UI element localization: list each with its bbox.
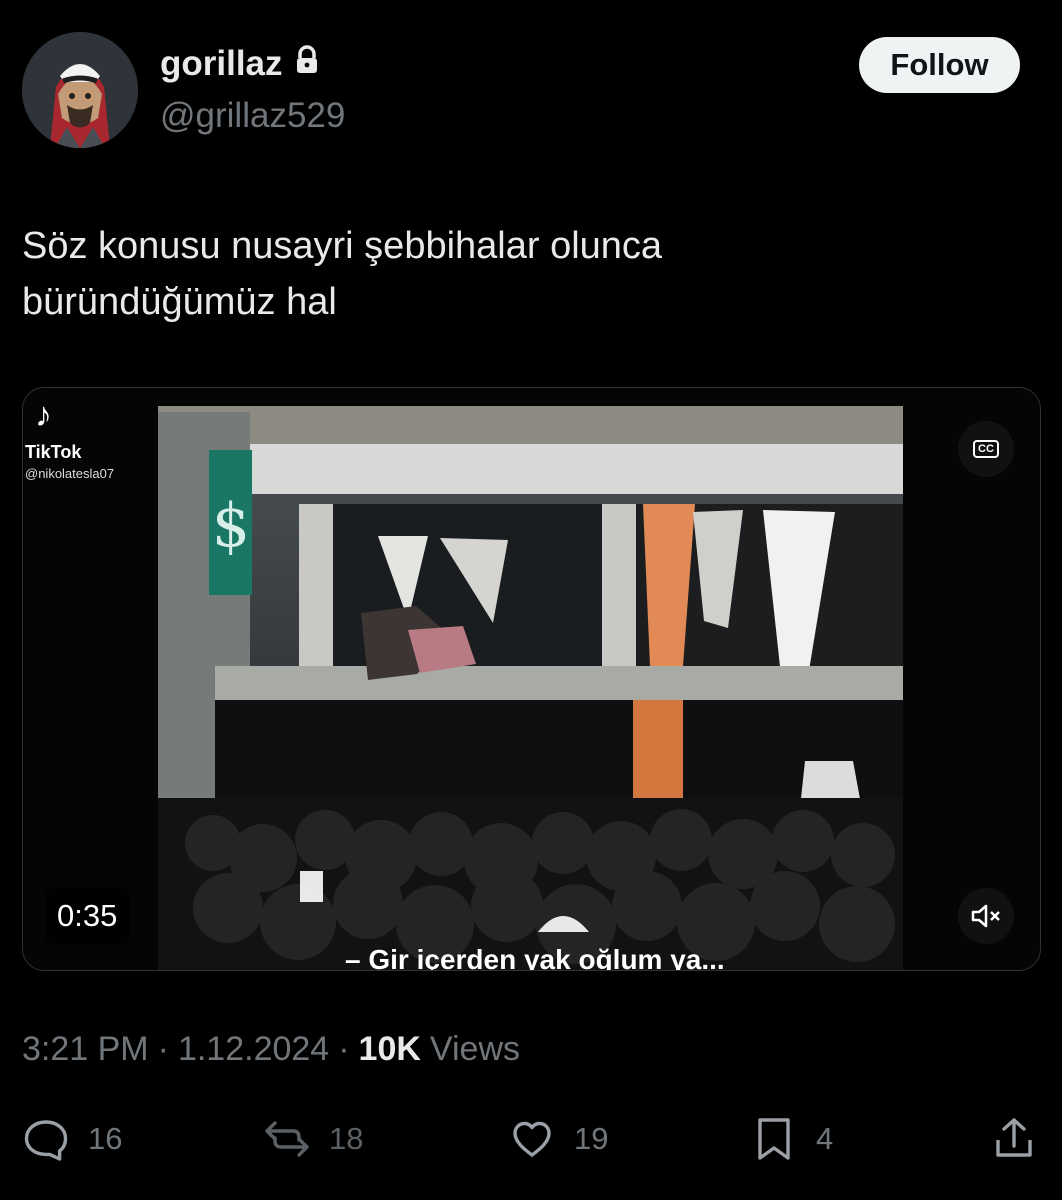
tweet-text-line-2: büründüğümüz hal bbox=[22, 281, 337, 323]
reply-icon bbox=[24, 1120, 68, 1161]
views-count: 10K bbox=[358, 1030, 421, 1068]
display-name[interactable]: gorillaz bbox=[160, 44, 321, 84]
captions-button[interactable]: CC bbox=[958, 421, 1014, 477]
follow-button[interactable]: Follow bbox=[859, 37, 1020, 93]
repost-icon bbox=[265, 1121, 309, 1157]
avatar-image bbox=[22, 32, 138, 148]
repost-button[interactable]: 18 bbox=[263, 1114, 363, 1164]
views-label: Views bbox=[429, 1030, 521, 1068]
video-subtitle: – Gir içerden yak oğlum ya... bbox=[345, 944, 725, 971]
reply-count: 16 bbox=[88, 1121, 123, 1156]
share-icon bbox=[996, 1118, 1032, 1157]
user-handle[interactable]: @grillaz529 bbox=[160, 96, 345, 136]
tweet-text-line-1: Söz konusu nusayri şebbihalar olunca bbox=[22, 225, 663, 267]
tiktok-logo-icon: ♪ bbox=[35, 396, 52, 434]
reply-button[interactable]: 16 bbox=[22, 1114, 122, 1164]
mute-button[interactable] bbox=[958, 888, 1014, 944]
tiktok-source-user: @nikolatesla07 bbox=[25, 466, 115, 481]
meta-separator: · bbox=[157, 1030, 169, 1068]
lock-icon bbox=[293, 44, 321, 84]
bookmark-count: 4 bbox=[816, 1121, 834, 1156]
display-name-text: gorillaz bbox=[160, 44, 283, 83]
video-duration: 0:35 bbox=[45, 888, 130, 944]
svg-text:$: $ bbox=[212, 491, 250, 561]
repost-count: 18 bbox=[329, 1121, 364, 1156]
bookmark-icon bbox=[758, 1118, 790, 1160]
bookmark-button[interactable]: 4 bbox=[750, 1114, 833, 1164]
avatar[interactable] bbox=[22, 32, 138, 148]
tweet-text: Söz konusu nusayri şebbihalar olunca bür… bbox=[22, 218, 1022, 330]
tweet-date[interactable]: 1.12.2024 bbox=[178, 1030, 329, 1069]
video-player[interactable]: $ ♪ TikTok @nikolatesla07 CC 0:35 – Gir … bbox=[22, 387, 1041, 971]
tiktok-brand-name: TikTok bbox=[25, 442, 82, 462]
speaker-muted-icon bbox=[971, 904, 1000, 928]
heart-icon bbox=[513, 1121, 551, 1157]
meta-separator: · bbox=[338, 1030, 350, 1068]
tweet-meta: 3:21 PM · 1.12.2024 · 10K Views bbox=[22, 1030, 520, 1069]
like-button[interactable]: 19 bbox=[508, 1114, 608, 1164]
captions-icon: CC bbox=[973, 440, 999, 458]
video-frame: $ bbox=[23, 388, 1040, 970]
like-count: 19 bbox=[574, 1121, 609, 1156]
tweet-time[interactable]: 3:21 PM bbox=[22, 1030, 149, 1069]
share-button[interactable] bbox=[990, 1114, 1038, 1164]
